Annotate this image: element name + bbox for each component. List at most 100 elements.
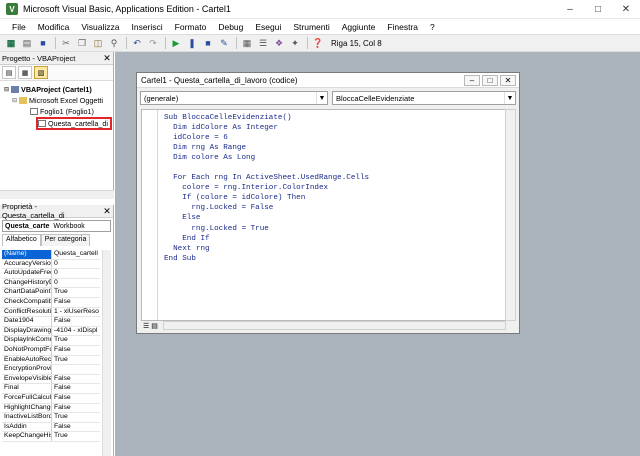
property-row[interactable]: AutoUpdateFreq 0 xyxy=(2,269,100,279)
code-editor[interactable]: Sub BloccaCelleEvidenziate() Dim idColor… xyxy=(141,109,506,321)
design-mode-icon[interactable]: ✎ xyxy=(217,36,231,50)
property-value[interactable]: 1 - xlUserReso xyxy=(52,308,100,317)
close-icon[interactable]: ✕ xyxy=(612,0,640,19)
find-icon[interactable]: ⚲ xyxy=(107,36,121,50)
property-row[interactable]: KeepChangeHis True xyxy=(2,432,100,442)
property-row[interactable]: Date1904 False xyxy=(2,317,100,327)
property-row[interactable]: ChangeHistoryD 0 xyxy=(2,278,100,289)
object-combo[interactable]: (generale) ▼ xyxy=(140,91,328,105)
property-row[interactable]: ForceFullCalcula False xyxy=(2,393,100,404)
property-value[interactable] xyxy=(52,365,100,374)
run-icon[interactable]: ▶ xyxy=(169,36,183,50)
close-icon[interactable]: ✕ xyxy=(101,53,113,64)
view-code-icon[interactable]: ▤ xyxy=(2,66,16,79)
property-value[interactable]: False xyxy=(52,298,100,307)
property-value[interactable]: True xyxy=(52,356,100,365)
menu-visualizza[interactable]: Visualizza xyxy=(75,22,125,32)
property-row[interactable]: AccuracyVersion 0 xyxy=(2,259,100,270)
property-row[interactable]: ConflictResolutio 1 - xlUserReso xyxy=(2,307,100,318)
property-row[interactable]: EnvelopeVisible False xyxy=(2,374,100,385)
tree-node-workbook[interactable]: Questa_cartella_di xyxy=(36,117,112,130)
property-value[interactable]: True xyxy=(52,336,100,345)
tab-per-categoria[interactable]: Per categoria xyxy=(40,234,91,246)
menu-help[interactable]: ? xyxy=(424,22,441,32)
object-browser-icon[interactable]: ❖ xyxy=(272,36,286,50)
tree-node-excel-objects[interactable]: ⊟ Microsoft Excel Oggetti xyxy=(12,96,103,105)
menu-modifica[interactable]: Modifica xyxy=(32,22,76,32)
property-row[interactable]: CheckCompatibili False xyxy=(2,297,100,308)
menu-strumenti[interactable]: Strumenti xyxy=(287,22,335,32)
cut-icon[interactable]: ✂ xyxy=(59,36,73,50)
property-value[interactable]: False xyxy=(52,423,100,432)
menu-inserisci[interactable]: Inserisci xyxy=(125,22,168,32)
properties-icon[interactable]: ☰ xyxy=(256,36,270,50)
collapse-icon[interactable]: ⊟ xyxy=(4,86,9,93)
property-value[interactable]: False xyxy=(52,404,100,413)
property-row[interactable]: ChartDataPointT True xyxy=(2,288,100,298)
property-value[interactable]: 0 xyxy=(52,260,100,269)
object-selector[interactable]: Questa_carte Workbook xyxy=(2,220,111,232)
property-row[interactable]: IsAddin False xyxy=(2,422,100,433)
menu-aggiunte[interactable]: Aggiunte xyxy=(336,22,382,32)
property-value[interactable]: 0 xyxy=(52,269,100,278)
property-value[interactable]: False xyxy=(52,346,100,355)
project-explorer-icon[interactable]: ▦ xyxy=(240,36,254,50)
menu-esegui[interactable]: Esegui xyxy=(249,22,287,32)
property-value[interactable]: True xyxy=(52,288,100,297)
paste-icon[interactable]: ◫ xyxy=(91,36,105,50)
property-value[interactable]: False xyxy=(52,384,100,393)
property-row[interactable]: (Name) Questa_cartell xyxy=(2,250,100,260)
menu-file[interactable]: File xyxy=(6,22,32,32)
minimize-icon[interactable]: – xyxy=(556,0,584,19)
insert-module-icon[interactable]: ▤ xyxy=(20,36,34,50)
close-icon[interactable]: ✕ xyxy=(101,206,113,217)
procedure-view-icon[interactable]: ☰ xyxy=(143,322,149,330)
project-hscrollbar[interactable] xyxy=(0,190,114,199)
property-row[interactable]: HighlightChange False xyxy=(2,403,100,414)
property-row[interactable]: Final False xyxy=(2,384,100,394)
property-value[interactable]: Questa_cartell xyxy=(52,250,100,259)
property-value[interactable]: False xyxy=(52,394,100,403)
property-row[interactable]: InactiveListBord True xyxy=(2,413,100,423)
menu-finestra[interactable]: Finestra xyxy=(381,22,424,32)
property-value[interactable]: False xyxy=(52,375,100,384)
menu-formato[interactable]: Formato xyxy=(169,22,213,32)
toolbox-icon[interactable]: ✦ xyxy=(288,36,302,50)
close-icon[interactable]: ✕ xyxy=(500,74,516,86)
property-value[interactable]: True xyxy=(52,413,100,422)
tab-alfabetico[interactable]: Alfabetico xyxy=(2,234,41,246)
chevron-down-icon[interactable]: ▼ xyxy=(316,92,327,104)
reset-icon[interactable]: ■ xyxy=(201,36,215,50)
property-row[interactable]: DisplayDrawingO -4104 - xlDispl xyxy=(2,326,100,337)
chevron-down-icon[interactable]: ▼ xyxy=(504,92,515,104)
property-value[interactable]: -4104 - xlDispl xyxy=(52,327,100,336)
full-module-view-icon[interactable]: ▤ xyxy=(151,322,158,330)
procedure-combo[interactable]: BloccaCelleEvidenziate ▼ xyxy=(332,91,516,105)
toggle-folders-icon[interactable]: ▧ xyxy=(34,66,48,79)
property-row[interactable]: EnableAutoReco True xyxy=(2,355,100,366)
code-vscrollbar[interactable] xyxy=(505,109,516,321)
property-value[interactable]: True xyxy=(52,432,100,441)
undo-icon[interactable]: ↶ xyxy=(130,36,144,50)
redo-icon[interactable]: ↷ xyxy=(146,36,160,50)
maximize-icon[interactable]: □ xyxy=(584,0,612,19)
menu-debug[interactable]: Debug xyxy=(212,22,249,32)
property-row[interactable]: DoNotPromptFor False xyxy=(2,345,100,356)
minimize-icon[interactable]: – xyxy=(464,74,480,86)
excel-view-icon[interactable]: ▦ xyxy=(4,36,18,50)
save-icon[interactable]: ■ xyxy=(36,36,50,50)
view-object-icon[interactable]: ▦ xyxy=(18,66,32,79)
property-value[interactable]: 0 xyxy=(52,279,100,288)
tree-node-vbaproject[interactable]: ⊟ VBAProject (Cartel1) xyxy=(4,85,92,94)
code-text[interactable]: Sub BloccaCelleEvidenziate() Dim idColor… xyxy=(164,113,369,264)
copy-icon[interactable]: ❐ xyxy=(75,36,89,50)
properties-vscrollbar[interactable] xyxy=(102,250,111,456)
help-icon[interactable]: ❓ xyxy=(311,36,325,50)
code-hscrollbar[interactable] xyxy=(163,321,506,330)
property-value[interactable]: False xyxy=(52,317,100,326)
tree-node-foglio1[interactable]: Foglio1 (Foglio1) xyxy=(30,107,94,116)
property-row[interactable]: DisplayInkComm True xyxy=(2,336,100,346)
property-row[interactable]: EncryptionProvi xyxy=(2,365,100,375)
pause-icon[interactable]: ❚ xyxy=(185,36,199,50)
collapse-icon[interactable]: ⊟ xyxy=(12,97,17,104)
